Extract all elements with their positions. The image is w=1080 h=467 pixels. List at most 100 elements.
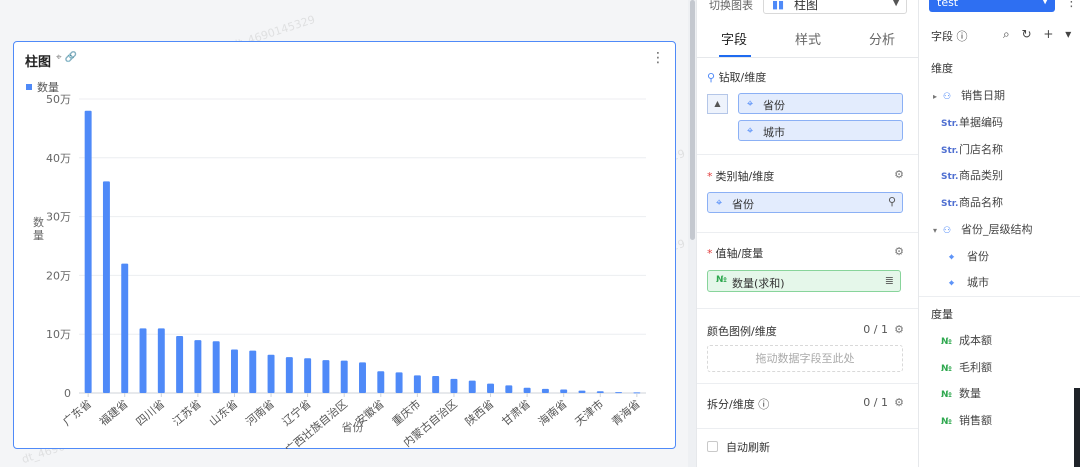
chart-title: 柱图	[25, 55, 52, 70]
category-chip-province[interactable]: ⌖ 省份 ⚲	[707, 192, 903, 213]
bar[interactable]	[230, 349, 238, 393]
canvas-area: dt_4690145329 dt_4690145329 dt_469014532…	[0, 0, 688, 467]
measure-item[interactable]: № 毛利额	[941, 359, 992, 375]
bar[interactable]	[121, 263, 129, 393]
bar[interactable]	[523, 387, 531, 393]
bar[interactable]	[541, 388, 549, 393]
bar[interactable]	[304, 358, 312, 393]
chart-card[interactable]: 柱图 ⌖ 🔗 ⋮ 数量 0 10万 20万 30万 40万 50万 数量 广东省 福建省 四川省江…	[13, 41, 676, 449]
location-icon: ⌖	[716, 196, 723, 209]
split-gear-icon[interactable]: ⚙	[894, 396, 904, 409]
bar[interactable]	[359, 362, 366, 393]
color-drop-zone[interactable]: 拖动数据字段至此处	[707, 345, 903, 372]
measure-item[interactable]: № 销售额	[941, 412, 992, 428]
chart-type-select[interactable]: ▮▮ 柱图 ▼	[763, 0, 907, 14]
x-tick-label: 江苏省	[170, 397, 204, 428]
bar[interactable]	[395, 372, 403, 393]
bar[interactable]	[84, 110, 92, 393]
x-tick-label: 河南省	[243, 397, 277, 428]
bar[interactable]	[157, 328, 165, 393]
bar[interactable]	[615, 392, 623, 394]
drill-link-icon[interactable]: ⌖ 🔗	[56, 52, 77, 63]
more-icon[interactable]: ⋮	[651, 50, 665, 66]
x-tick-label: 山东省	[207, 397, 241, 428]
measure-item[interactable]: № 成本额	[941, 332, 992, 348]
bar[interactable]	[505, 385, 513, 393]
bar[interactable]	[139, 328, 147, 393]
y-tick-label: 40万	[46, 152, 71, 165]
field-label: 单据编码	[959, 116, 1003, 129]
field-item[interactable]: Str.门店名称	[941, 141, 1003, 157]
bar[interactable]	[176, 335, 184, 393]
field-item[interactable]: ▾ ⚇ 省份_层级结构	[933, 221, 1033, 237]
x-tick-label: 广东省	[60, 397, 94, 428]
drill-chip-province[interactable]: ⌖ 省份	[738, 93, 903, 114]
auto-refresh-label: 自动刷新	[726, 441, 770, 454]
field-item[interactable]: Str.商品名称	[941, 194, 1003, 210]
bar[interactable]	[468, 380, 476, 393]
value-chip-quantity[interactable]: № 数量(求和) ≣	[707, 270, 901, 292]
bar[interactable]	[322, 360, 330, 393]
bar[interactable]	[560, 389, 568, 393]
sort-icon[interactable]: ≣	[885, 274, 894, 287]
string-type-icon: Str.	[941, 199, 959, 209]
location-icon: ⌖	[747, 124, 754, 137]
bar[interactable]	[212, 341, 220, 393]
divider	[697, 232, 919, 233]
more-icon[interactable]: ⋮	[1065, 0, 1078, 10]
drill-icon[interactable]: ⚲	[888, 195, 896, 208]
measure-title: 度量	[931, 308, 953, 321]
chart-legend[interactable]: 数量	[26, 79, 59, 95]
x-tick-label: 重庆市	[389, 397, 423, 429]
string-type-icon: Str.	[941, 146, 959, 156]
legend-swatch	[26, 84, 32, 90]
bar[interactable]	[413, 375, 421, 393]
number-type-icon: №	[941, 417, 952, 427]
field-tools-icons[interactable]: ⌕ ↻ + ▾	[1003, 27, 1075, 42]
dimension-title: 维度	[931, 62, 953, 75]
switch-chart-label: 切换图表	[709, 0, 753, 12]
dataset-select[interactable]: test ▼	[929, 0, 1055, 12]
field-item[interactable]: Str.商品类别	[941, 167, 1003, 183]
chart-switch-row: 切换图表 ▮▮ 柱图 ▼	[697, 0, 919, 18]
scrollbar-thumb[interactable]	[690, 0, 695, 240]
bar[interactable]	[249, 350, 257, 393]
bar[interactable]	[102, 181, 110, 393]
bar[interactable]	[432, 375, 440, 393]
category-gear-icon[interactable]: ⚙	[894, 168, 904, 181]
field-label: 成本额	[959, 334, 992, 347]
field-item[interactable]: ⌖ 省份	[949, 248, 989, 264]
bar[interactable]	[450, 378, 458, 393]
measure-item[interactable]: № 数量	[941, 385, 981, 401]
drill-chip-city[interactable]: ⌖ 城市	[738, 120, 903, 141]
divider	[697, 154, 919, 155]
bar[interactable]	[340, 360, 348, 393]
bar[interactable]	[285, 357, 293, 393]
drill-section-title: ⚲ 钻取/维度	[707, 71, 767, 84]
x-tick-label: 青海省	[609, 397, 643, 429]
bar[interactable]	[578, 390, 586, 393]
tab-fields[interactable]: 字段	[721, 29, 747, 48]
field-item[interactable]: ▸ ⚇ 销售日期	[933, 87, 1005, 103]
number-type-icon: №	[716, 275, 727, 285]
drill-up-button[interactable]: ▲	[707, 94, 728, 114]
bar[interactable]	[267, 354, 275, 393]
canvas-scrollbar[interactable]	[688, 0, 696, 467]
tab-analysis[interactable]: 分析	[869, 29, 895, 48]
color-gear-icon[interactable]: ⚙	[894, 323, 904, 336]
expand-arrow-icon[interactable]: ▾	[933, 226, 943, 235]
bar[interactable]	[194, 340, 202, 393]
field-item[interactable]: ⌖ 城市	[949, 274, 989, 290]
value-gear-icon[interactable]: ⚙	[894, 245, 904, 258]
auto-refresh-checkbox[interactable]	[707, 441, 718, 452]
field-label: 销售日期	[961, 89, 1005, 102]
x-tick-label: 甘肃省	[499, 397, 533, 428]
bar[interactable]	[487, 383, 495, 393]
expand-arrow-icon[interactable]: ▸	[933, 92, 943, 101]
field-label: 门店名称	[959, 143, 1003, 156]
tab-style[interactable]: 样式	[795, 29, 821, 48]
bar[interactable]	[596, 391, 604, 393]
x-axis-label: 省份	[342, 421, 364, 434]
field-item[interactable]: Str.单据编码	[941, 114, 1003, 130]
bar[interactable]	[377, 371, 385, 393]
